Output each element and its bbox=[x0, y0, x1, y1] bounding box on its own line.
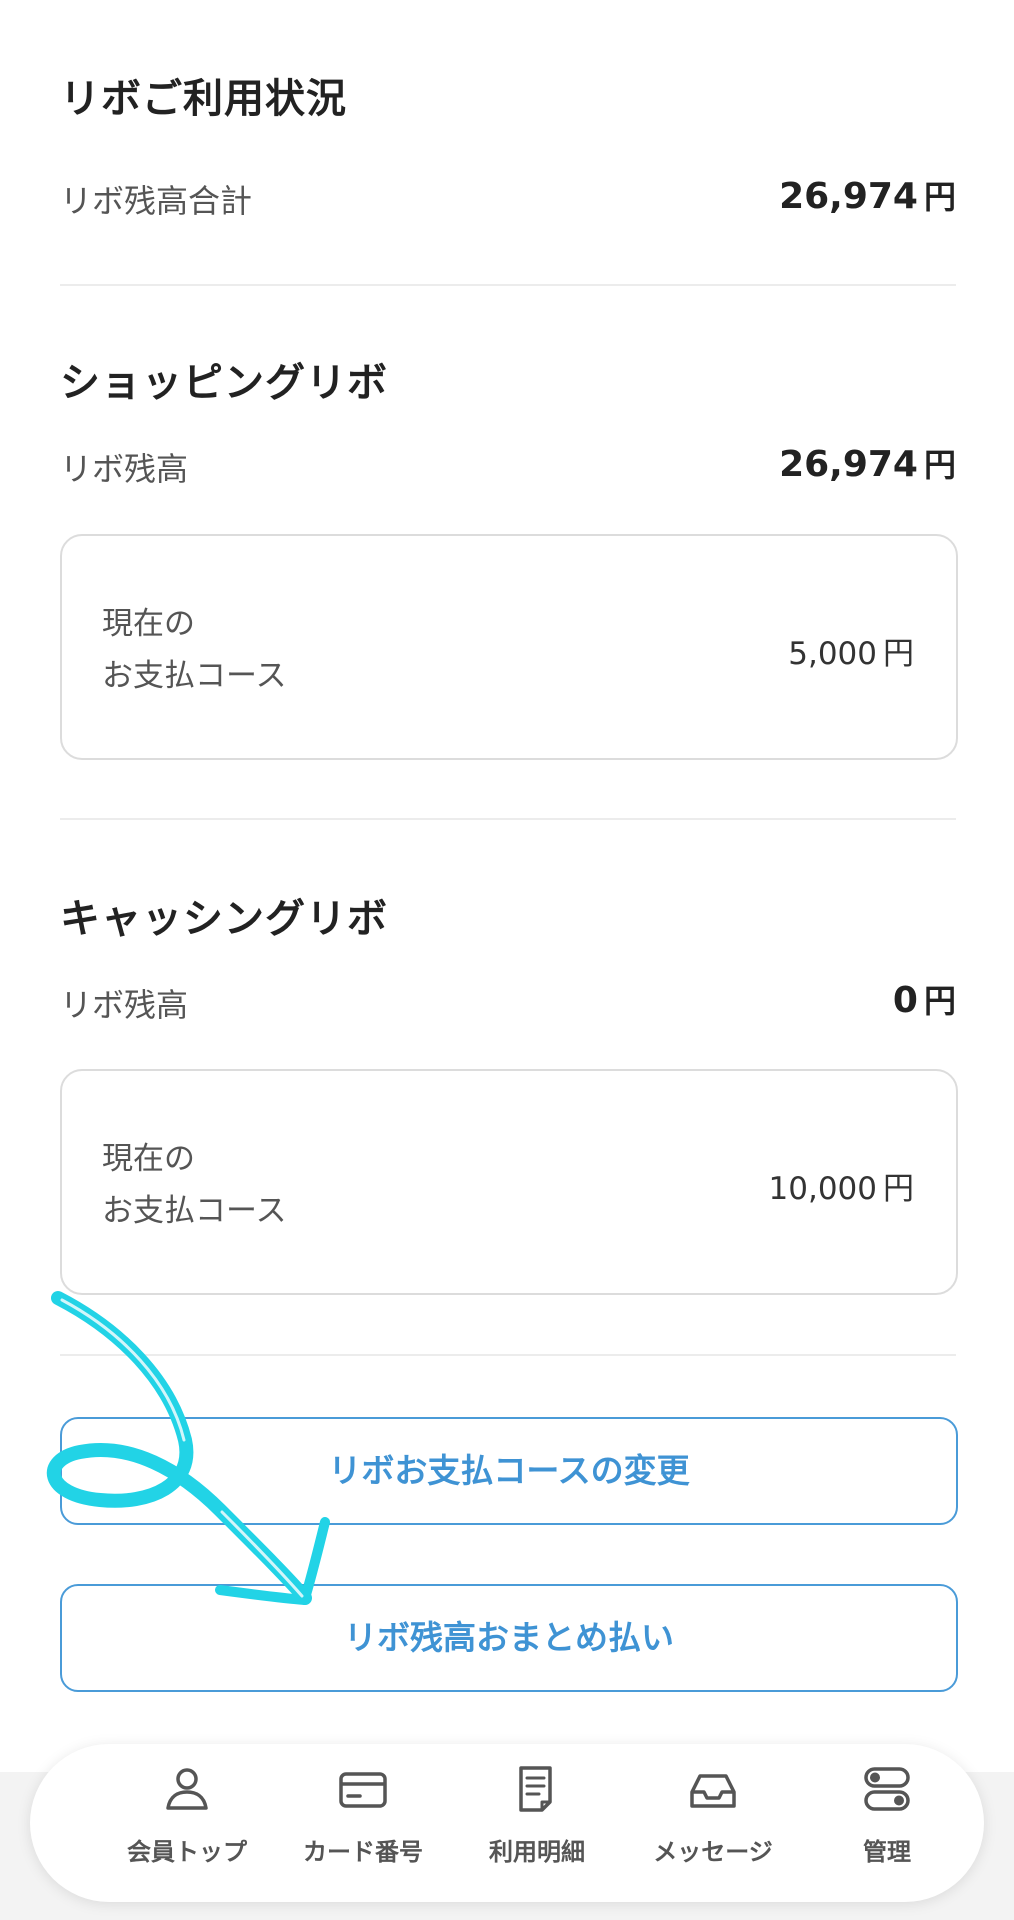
cashing-course-unit: 円 bbox=[883, 1171, 914, 1207]
tab-label: 会員トップ bbox=[127, 1838, 247, 1866]
cashing-balance-unit: 円 bbox=[923, 982, 956, 1020]
divider bbox=[60, 1354, 956, 1356]
shopping-course-label: 現在の お支払コース bbox=[102, 598, 286, 702]
credit-card-icon bbox=[339, 1772, 387, 1808]
cashing-course-label: 現在の お支払コース bbox=[102, 1133, 286, 1237]
cashing-balance-value: 0 bbox=[892, 980, 918, 1021]
page-title: リボご利用状況 bbox=[60, 76, 347, 122]
total-balance-value: 26,974 bbox=[779, 176, 918, 217]
bottom-tab-bar: 会員トップ カード番号 利用明細 メッセージ 管理 bbox=[30, 1744, 984, 1902]
tab-label: カード番号 bbox=[303, 1838, 423, 1866]
shopping-course-amount: 5,000 円 bbox=[788, 628, 914, 673]
divider bbox=[60, 284, 956, 286]
shopping-balance-unit: 円 bbox=[923, 446, 956, 484]
total-balance-label: リボ残高合計 bbox=[60, 182, 253, 220]
course-label-line1: 現在の bbox=[102, 606, 195, 642]
cashing-balance-amount: 0円 bbox=[893, 976, 956, 1022]
cashing-course-card: 現在の お支払コース 10,000 円 bbox=[60, 1069, 958, 1295]
toggle-settings-icon bbox=[864, 1767, 910, 1811]
revo-status-page: リボご利用状況 リボ残高合計 26,974 円 ショッピングリボ リボ残高 26,… bbox=[0, 0, 1014, 1920]
cashing-course-value: 10,000 bbox=[768, 1171, 877, 1207]
total-balance-unit: 円 bbox=[923, 178, 956, 216]
tab-card-number[interactable]: カード番号 bbox=[278, 1764, 448, 1884]
shopping-course-unit: 円 bbox=[883, 636, 914, 672]
tab-statement[interactable]: 利用明細 bbox=[452, 1764, 622, 1884]
cashing-revo-title: キャッシングリボ bbox=[60, 896, 388, 942]
shopping-balance-label: リボ残高 bbox=[60, 450, 189, 488]
tab-label: 利用明細 bbox=[489, 1838, 585, 1866]
total-balance-amount: 26,974 円 bbox=[779, 172, 956, 218]
tab-settings[interactable]: 管理 bbox=[802, 1764, 972, 1884]
shopping-balance-amount: 26,974 円 bbox=[779, 440, 956, 486]
person-icon bbox=[166, 1768, 208, 1810]
cashing-balance-label: リボ残高 bbox=[60, 986, 189, 1024]
inbox-tray-icon bbox=[690, 1774, 736, 1808]
shopping-balance-value: 26,974 bbox=[779, 444, 918, 485]
shopping-course-card: 現在の お支払コース 5,000 円 bbox=[60, 534, 958, 760]
document-icon bbox=[519, 1766, 552, 1812]
tab-member-top[interactable]: 会員トップ bbox=[102, 1764, 272, 1884]
cashing-course-amount: 10,000 円 bbox=[769, 1163, 914, 1208]
shopping-revo-title: ショッピングリボ bbox=[60, 360, 388, 406]
course-label-line2: お支払コース bbox=[102, 1193, 287, 1229]
divider bbox=[60, 818, 956, 820]
change-course-button[interactable]: リボお支払コースの変更 bbox=[60, 1417, 958, 1525]
tab-messages[interactable]: メッセージ bbox=[628, 1764, 798, 1884]
tab-label: メッセージ bbox=[653, 1838, 773, 1866]
shopping-course-value: 5,000 bbox=[788, 636, 877, 672]
course-label-line1: 現在の bbox=[102, 1141, 195, 1177]
tab-label: 管理 bbox=[863, 1838, 911, 1866]
lump-sum-payment-button[interactable]: リボ残高おまとめ払い bbox=[60, 1584, 958, 1692]
course-label-line2: お支払コース bbox=[102, 658, 287, 694]
